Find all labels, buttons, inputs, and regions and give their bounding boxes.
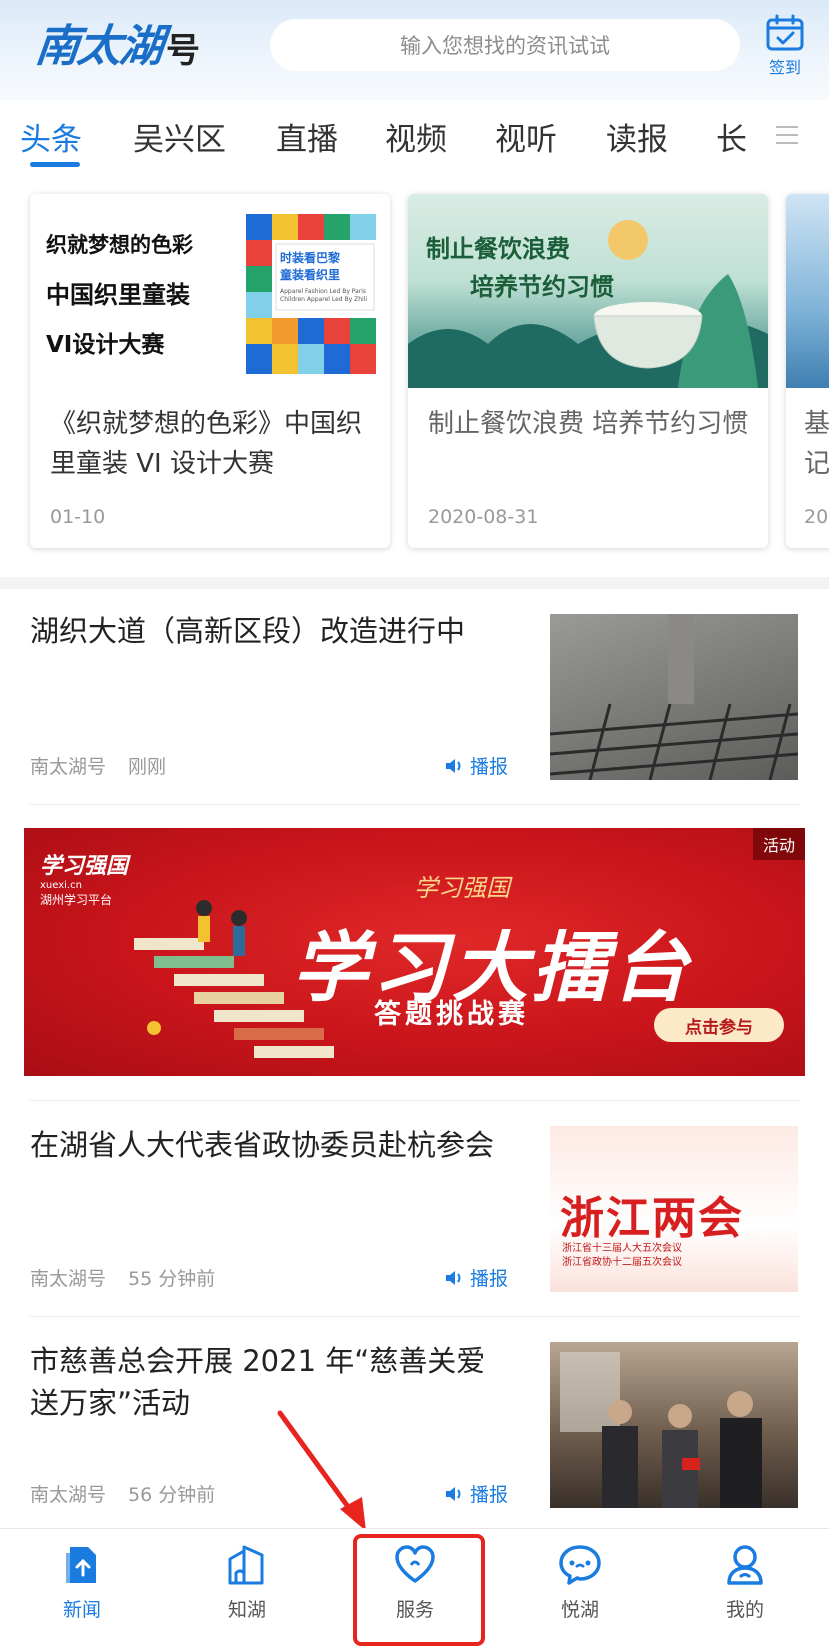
tab-more-truncated[interactable]: 长: [716, 114, 747, 159]
news-thumbnail: [550, 614, 798, 780]
activity-banner[interactable]: 活动 学习强国 xuexi.cn 湖州学习平台 学习强国 学习大擂台 答题挑战赛…: [24, 828, 805, 1076]
speaker-icon: [446, 758, 461, 773]
card-title: 基记: [804, 409, 829, 479]
carousel-card[interactable]: 制止餐饮浪费 培养节约习惯 制止餐饮浪费 培养节约习惯 2020-08-31: [408, 194, 768, 548]
nav-profile[interactable]: 我的: [690, 1543, 800, 1622]
news-title: 湖织大道（高新区段）改造进行中: [30, 614, 466, 648]
app-header: 南太湖 号 输入您想找的资讯试试 签到: [0, 0, 829, 100]
annotation-highlight-box: [353, 1534, 485, 1646]
card-image-tag-en: Apparel Fashion Led By Paris: [280, 288, 367, 295]
news-time: 55 分钟前: [128, 1268, 216, 1290]
card-image-line: 制止餐饮浪费: [426, 235, 570, 263]
card-image-tag-en: Children Apparel Led By Zhili: [280, 296, 368, 303]
thumb-subline: 浙江省政协十二届五次会议: [562, 1257, 682, 1268]
nav-news[interactable]: 新闻: [27, 1543, 137, 1622]
card-image-line: VI设计大赛: [46, 332, 165, 358]
carousel-card[interactable]: 织就梦想的色彩 中国织里童装 VI设计大赛 时装看巴黎 童装看织里 Appare…: [30, 194, 390, 548]
news-icon: [66, 1547, 96, 1583]
card-image-tag: 童装看织里: [280, 268, 341, 282]
nav-label: 我的: [725, 1599, 764, 1621]
news-meta: 南太湖号 56 分钟前: [30, 1480, 215, 1507]
chat-icon: [559, 1545, 601, 1585]
divider: [30, 804, 800, 805]
nav-label: 新闻: [62, 1599, 101, 1621]
nav-yuehu[interactable]: 悦湖: [525, 1543, 635, 1622]
news-time: 56 分钟前: [128, 1484, 216, 1506]
carousel-card[interactable]: 基记 20: [786, 194, 829, 548]
profile-icon: [727, 1545, 763, 1585]
news-time: 刚刚: [128, 756, 167, 778]
thumb-subline: 浙江省十三届人大五次会议: [562, 1243, 682, 1254]
banner-subtitle: 学习强国: [414, 874, 510, 902]
play-broadcast-label: 播报: [470, 1268, 509, 1290]
news-source: 南太湖号: [30, 1484, 107, 1506]
play-broadcast-label: 播报: [470, 1484, 509, 1506]
signin-label: 签到: [768, 58, 801, 77]
tab-read-paper[interactable]: 读报: [606, 114, 668, 159]
search-placeholder: 输入您想找的资讯试试: [400, 34, 610, 58]
channel-tabs: 头条 吴兴区 直播 视频 视听 读报 长: [0, 100, 829, 175]
tab-video[interactable]: 视频: [385, 114, 447, 159]
banner-platform: 湖州学习平台: [40, 893, 113, 907]
divider: [30, 1316, 800, 1317]
app-logo[interactable]: 南太湖 号: [33, 14, 200, 74]
play-broadcast-button[interactable]: 播报: [444, 752, 508, 779]
card-image-tag: 时装看巴黎: [280, 251, 341, 265]
card-date: 20: [804, 506, 829, 528]
play-broadcast-label: 播报: [470, 756, 509, 778]
tab-audio-visual[interactable]: 视听: [495, 114, 557, 159]
logo-main-text: 南太湖: [32, 21, 165, 72]
card-image: 织就梦想的色彩 中国织里童装 VI设计大赛 时装看巴黎 童装看织里 Appare…: [30, 194, 390, 388]
news-meta: 南太湖号 刚刚: [30, 752, 166, 779]
logo-sub-text: 号: [166, 31, 200, 71]
nav-label: 知湖: [227, 1599, 266, 1621]
signin-button[interactable]: 签到: [760, 14, 810, 78]
calendar-check-icon: [766, 14, 804, 51]
thumb-title: 浙江两会: [560, 1193, 744, 1244]
news-title: 在湖省人大代表省政协委员赴杭参会: [30, 1128, 495, 1162]
people-photo: [560, 1352, 762, 1508]
news-thumbnail: [550, 1342, 798, 1508]
news-meta: 南太湖号 55 分钟前: [30, 1264, 215, 1291]
play-broadcast-button[interactable]: 播报: [444, 1480, 508, 1507]
banner-logo-text: 学习强国: [40, 853, 129, 879]
city-icon: [228, 1545, 264, 1585]
tabs-menu-icon[interactable]: [776, 126, 798, 150]
divider: [30, 1100, 800, 1101]
speaker-icon: [446, 1486, 461, 1501]
card-image-line: 培养节约习惯: [470, 273, 614, 301]
annotation-arrow: [277, 1410, 366, 1531]
banner-logo: 学习强国 xuexi.cn 湖州学习平台: [40, 848, 128, 908]
nav-label: 悦湖: [560, 1599, 599, 1621]
news-thumbnail: 浙江两会 浙江省十三届人大五次会议 浙江省政协十二届五次会议: [550, 1126, 798, 1292]
news-source: 南太湖号: [30, 1268, 107, 1290]
tab-live[interactable]: 直播: [276, 114, 338, 159]
card-title: 《织就梦想的色彩》中国织里童装 VI 设计大赛: [50, 409, 363, 479]
activity-badge: 活动: [752, 828, 805, 860]
construction-image: [550, 614, 798, 780]
card-image-line: 织就梦想的色彩: [46, 233, 193, 257]
speaker-icon: [446, 1270, 461, 1285]
banner-logo-url: xuexi.cn: [40, 880, 82, 891]
card-image: [786, 194, 829, 388]
card-image: 制止餐饮浪费 培养节约习惯: [408, 194, 768, 388]
search-input[interactable]: 输入您想找的资讯试试: [270, 19, 740, 71]
nav-zhihu[interactable]: 知湖: [192, 1543, 302, 1622]
tab-wuxing[interactable]: 吴兴区: [133, 114, 226, 159]
card-date: 2020-08-31: [428, 506, 539, 528]
banner-tagline: 答题挑战赛: [374, 999, 529, 1030]
card-title: 制止餐饮浪费 培养节约习惯: [428, 409, 749, 439]
news-source: 南太湖号: [30, 756, 107, 778]
card-image-line: 中国织里童装: [46, 281, 190, 309]
tab-headlines[interactable]: 头条: [20, 114, 82, 159]
banner-cta-button[interactable]: 点击参与: [654, 1008, 784, 1042]
section-divider: [0, 577, 829, 589]
card-image-line: 中国织里童装: [46, 270, 193, 320]
active-tab-indicator: [30, 162, 80, 167]
card-date: 01-10: [50, 506, 106, 528]
play-broadcast-button[interactable]: 播报: [444, 1264, 508, 1291]
